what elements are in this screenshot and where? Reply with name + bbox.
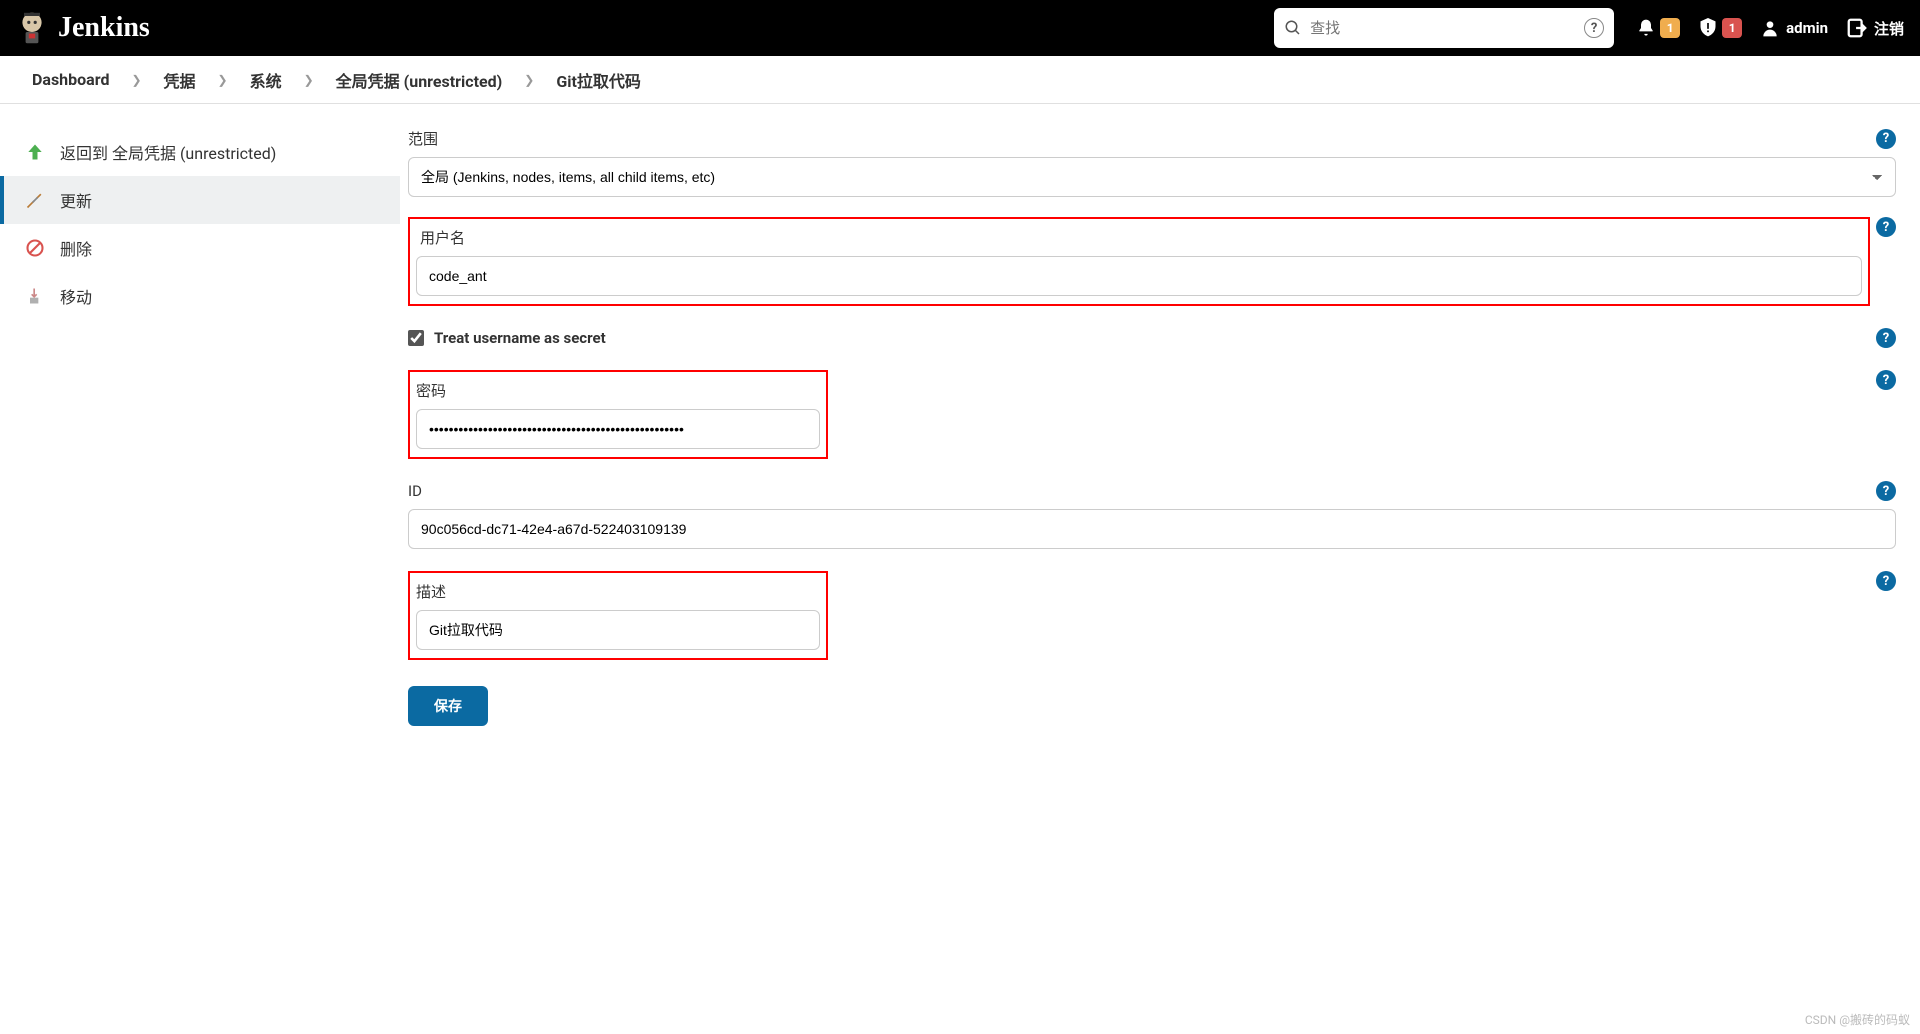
notif-badge: 1 <box>1660 18 1680 38</box>
breadcrumb: Dashboard ❯ 凭据 ❯ 系统 ❯ 全局凭据 (unrestricted… <box>0 56 1920 104</box>
field-scope: 范围 ? 全局 (Jenkins, nodes, items, all chil… <box>408 128 1896 197</box>
prohibit-icon <box>24 237 46 259</box>
logout-label: 注销 <box>1874 18 1904 39</box>
alerts-button[interactable]: 1 <box>1698 17 1742 39</box>
brand-logo-wrap[interactable]: Jenkins <box>16 8 150 48</box>
main-form: 范围 ? 全局 (Jenkins, nodes, items, all chil… <box>400 104 1920 1034</box>
crumb-dashboard[interactable]: Dashboard <box>24 70 117 89</box>
help-icon[interactable]: ? <box>1876 217 1896 237</box>
sidebar-item-move[interactable]: 移动 <box>0 272 400 320</box>
user-name: admin <box>1786 19 1828 37</box>
highlight-username: 用户名 <box>408 217 1870 306</box>
crumb-system[interactable]: 系统 <box>242 68 290 92</box>
crumb-current[interactable]: Git拉取代码 <box>548 68 649 92</box>
save-button[interactable]: 保存 <box>408 686 488 726</box>
chevron-right-icon: ❯ <box>212 73 234 87</box>
crumb-global[interactable]: 全局凭据 (unrestricted) <box>328 68 511 92</box>
shield-alert-icon <box>1698 17 1718 39</box>
header-icons: 1 1 admin 注销 <box>1636 17 1904 39</box>
help-icon[interactable]: ? <box>1876 481 1896 501</box>
chevron-right-icon: ❯ <box>125 73 147 87</box>
sidebar-item-label: 返回到 全局凭据 (unrestricted) <box>60 140 276 164</box>
tools-icon <box>24 189 46 211</box>
scope-select[interactable]: 全局 (Jenkins, nodes, items, all child ite… <box>408 157 1896 197</box>
top-header: Jenkins ? 1 1 admin 注销 <box>0 0 1920 56</box>
treat-secret-label: Treat username as secret <box>434 329 606 347</box>
notifications-button[interactable]: 1 <box>1636 18 1680 38</box>
search-icon <box>1284 19 1302 37</box>
move-icon <box>24 285 46 307</box>
user-icon <box>1760 18 1780 38</box>
search-box[interactable]: ? <box>1274 8 1614 48</box>
field-password-wrap: ? 密码 <box>408 370 1896 459</box>
username-input[interactable] <box>416 256 1862 296</box>
field-username-wrap: ? 用户名 <box>408 217 1896 306</box>
user-menu[interactable]: admin <box>1760 18 1828 38</box>
alert-badge: 1 <box>1722 18 1742 38</box>
treat-secret-checkbox[interactable] <box>408 330 424 346</box>
help-icon[interactable]: ? <box>1876 571 1896 591</box>
sidebar-item-back[interactable]: 返回到 全局凭据 (unrestricted) <box>0 128 400 176</box>
field-desc-wrap: ? 描述 <box>408 571 1896 660</box>
sidebar-item-update[interactable]: 更新 <box>0 176 400 224</box>
up-arrow-icon <box>24 141 46 163</box>
help-icon[interactable]: ? <box>1876 328 1896 348</box>
highlight-password: 密码 <box>408 370 828 459</box>
search-input[interactable] <box>1310 20 1576 37</box>
brand-text: Jenkins <box>58 12 150 44</box>
help-icon[interactable]: ? <box>1876 370 1896 390</box>
crumb-credentials[interactable]: 凭据 <box>156 68 204 92</box>
logout-button[interactable]: 注销 <box>1846 17 1904 39</box>
field-id: ID ? <box>408 481 1896 549</box>
help-icon[interactable]: ? <box>1876 129 1896 149</box>
watermark: CSDN @搬砖的码蚁 <box>1805 1011 1910 1028</box>
highlight-description: 描述 <box>408 571 828 660</box>
sidebar-item-label: 移动 <box>60 284 92 308</box>
username-label: 用户名 <box>420 227 1862 248</box>
search-help-icon[interactable]: ? <box>1584 18 1604 38</box>
chevron-right-icon: ❯ <box>298 73 320 87</box>
desc-label: 描述 <box>416 581 820 602</box>
sidebar-item-label: 更新 <box>60 188 92 212</box>
id-input[interactable] <box>408 509 1896 549</box>
field-treat-secret: Treat username as secret ? <box>408 328 1896 348</box>
logout-icon <box>1846 17 1868 39</box>
sidebar: 返回到 全局凭据 (unrestricted) 更新 删除 移动 <box>0 104 400 1034</box>
id-label: ID <box>408 482 422 500</box>
password-input[interactable] <box>416 409 820 449</box>
desc-input[interactable] <box>416 610 820 650</box>
sidebar-item-label: 删除 <box>60 236 92 260</box>
password-label: 密码 <box>416 380 820 401</box>
scope-label: 范围 <box>408 128 438 149</box>
jenkins-logo-icon <box>16 8 48 48</box>
chevron-right-icon: ❯ <box>518 73 540 87</box>
sidebar-item-delete[interactable]: 删除 <box>0 224 400 272</box>
bell-icon <box>1636 18 1656 38</box>
